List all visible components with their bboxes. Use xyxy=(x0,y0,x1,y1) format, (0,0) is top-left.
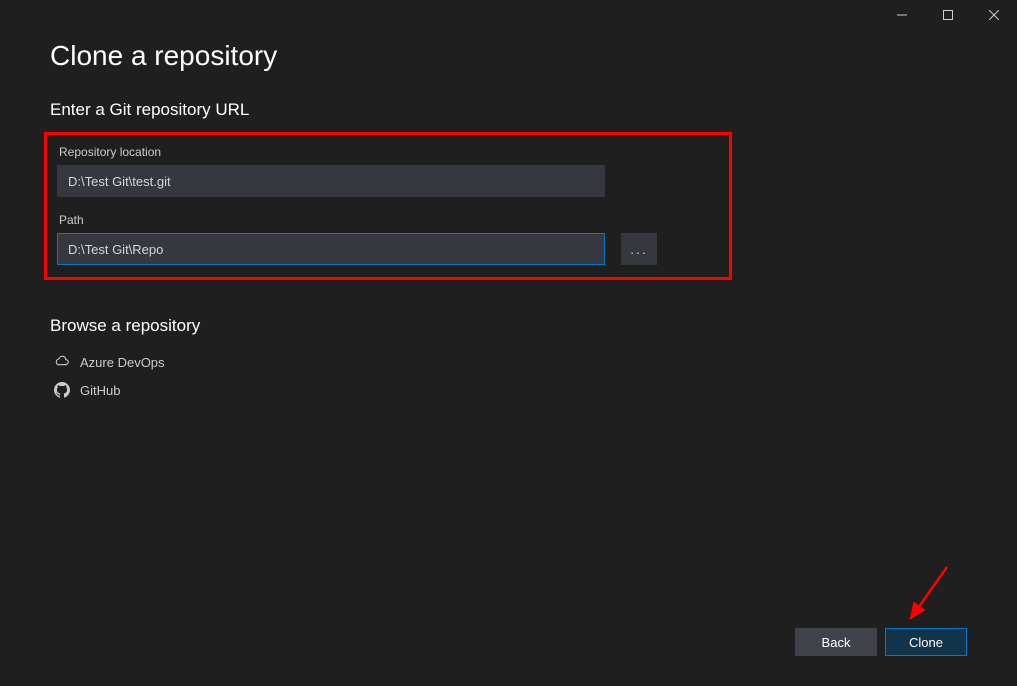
dialog-content: Clone a repository Enter a Git repositor… xyxy=(0,0,1017,404)
cloud-icon xyxy=(54,354,70,370)
repo-location-group: Repository location xyxy=(57,145,719,197)
enter-url-heading: Enter a Git repository URL xyxy=(50,100,967,120)
path-label: Path xyxy=(57,213,719,227)
path-input[interactable] xyxy=(57,233,605,265)
provider-azure-devops[interactable]: Azure DevOps xyxy=(50,348,967,376)
maximize-icon xyxy=(943,10,953,20)
back-button-label: Back xyxy=(822,635,851,650)
page-title: Clone a repository xyxy=(50,40,967,72)
browse-path-button[interactable]: ... xyxy=(621,233,657,265)
minimize-icon xyxy=(897,10,907,20)
repo-location-input[interactable] xyxy=(57,165,605,197)
maximize-button[interactable] xyxy=(925,0,971,30)
arrow-annotation-icon xyxy=(897,562,957,632)
window-titlebar xyxy=(879,0,1017,30)
path-row: ... xyxy=(57,233,719,265)
github-icon xyxy=(54,382,70,398)
back-button[interactable]: Back xyxy=(795,628,877,656)
provider-label: Azure DevOps xyxy=(80,355,165,370)
minimize-button[interactable] xyxy=(879,0,925,30)
highlighted-annotation-region: Repository location Path ... xyxy=(44,132,732,280)
repo-location-label: Repository location xyxy=(57,145,719,159)
clone-button-label: Clone xyxy=(909,635,943,650)
ellipsis-icon: ... xyxy=(630,241,648,257)
close-button[interactable] xyxy=(971,0,1017,30)
repo-provider-list: Azure DevOps GitHub xyxy=(50,348,967,404)
browse-repo-heading: Browse a repository xyxy=(50,316,967,336)
dialog-footer: Back Clone xyxy=(795,628,967,656)
path-group: Path ... xyxy=(57,213,719,265)
provider-label: GitHub xyxy=(80,383,120,398)
clone-button[interactable]: Clone xyxy=(885,628,967,656)
provider-github[interactable]: GitHub xyxy=(50,376,967,404)
close-icon xyxy=(989,10,999,20)
